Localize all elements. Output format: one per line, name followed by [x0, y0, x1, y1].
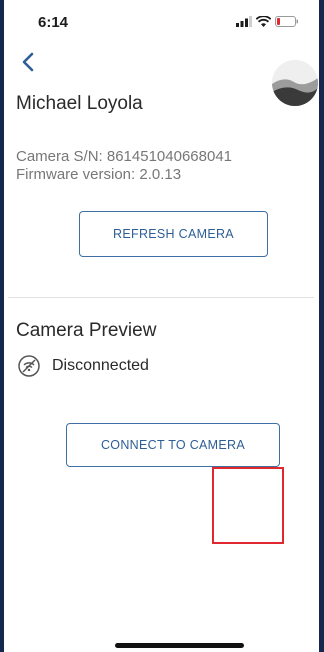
- firmware-row: Firmware version: 2.0.13: [16, 166, 232, 184]
- home-indicator[interactable]: [115, 643, 244, 648]
- avatar[interactable]: [272, 60, 318, 106]
- status-time: 6:14: [38, 14, 69, 31]
- app-screen: 6:14 Michael Loyola Camera S/N: 86145104…: [0, 0, 324, 652]
- landscape-avatar: [272, 60, 318, 106]
- connect-to-camera-button[interactable]: CONNECT TO CAMERA: [66, 423, 280, 467]
- wifi-off-icon: [18, 355, 40, 377]
- back-button[interactable]: [16, 48, 40, 76]
- signal-icon: [236, 16, 252, 27]
- camera-preview-title: Camera Preview: [16, 320, 157, 341]
- firmware-label: Firmware version:: [16, 166, 136, 183]
- connection-status-text: Disconnected: [52, 357, 149, 374]
- battery-icon: [275, 16, 298, 27]
- firmware-value: 2.0.13: [139, 166, 182, 183]
- serial-row: Camera S/N: 861451040668041: [16, 148, 232, 166]
- status-icons: [236, 16, 299, 27]
- camera-info: Camera S/N: 861451040668041 Firmware ver…: [16, 148, 232, 184]
- serial-label: Camera S/N:: [16, 148, 103, 165]
- chevron-left-icon: [22, 52, 34, 72]
- refresh-camera-button[interactable]: REFRESH CAMERA: [79, 211, 268, 257]
- wifi-icon: [256, 16, 271, 27]
- connection-status: Disconnected: [18, 355, 149, 377]
- status-bar: 6:14: [4, 0, 319, 44]
- user-name: Michael Loyola: [16, 93, 143, 114]
- highlight-box: [212, 467, 284, 544]
- divider: [8, 297, 314, 298]
- serial-value: 861451040668041: [106, 148, 233, 165]
